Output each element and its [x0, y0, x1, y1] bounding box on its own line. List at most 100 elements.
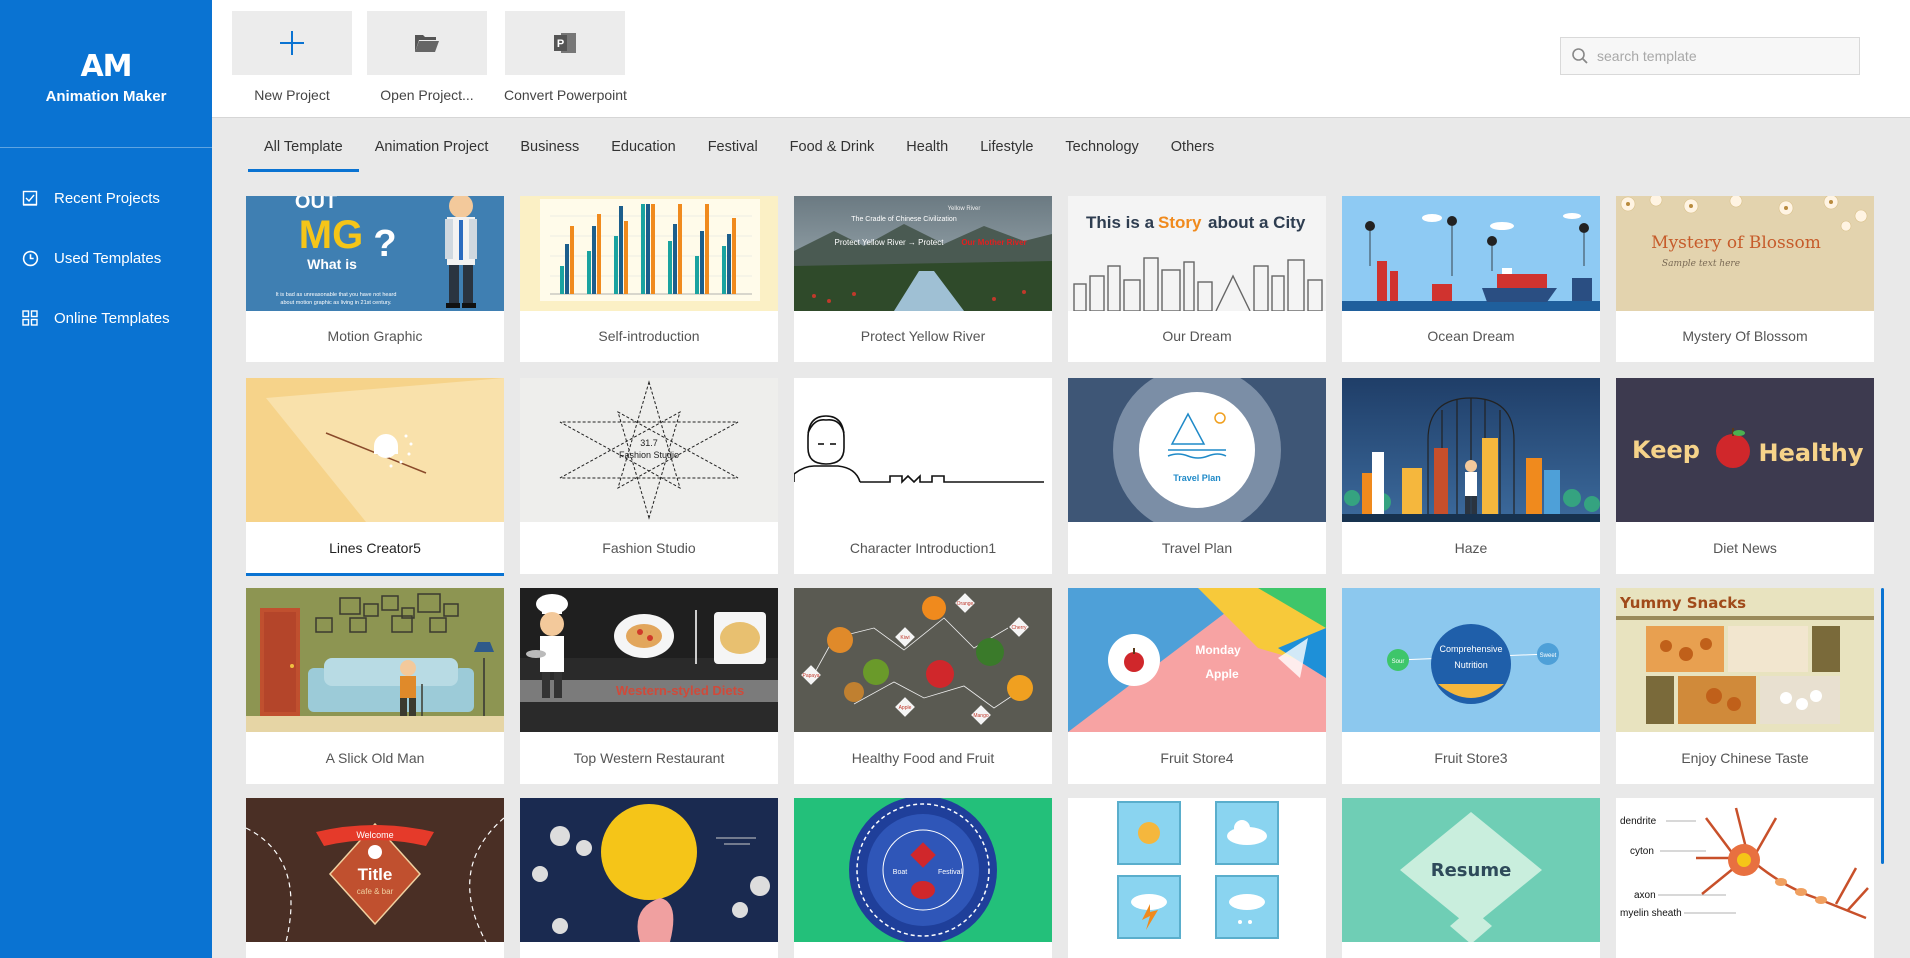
template-thumbnail [246, 588, 504, 732]
template-card-healthy-food-and-fruit[interactable]: Orange Kiwi Cherry Papaya Apple Mango He… [794, 588, 1052, 784]
tab-lifestyle[interactable]: Lifestyle [964, 119, 1049, 172]
tab-business[interactable]: Business [504, 119, 595, 172]
svg-text:Yummy Snacks: Yummy Snacks [1619, 594, 1746, 612]
svg-text:Apple: Apple [1205, 667, 1239, 681]
tab-festival[interactable]: Festival [692, 119, 774, 172]
svg-text:Orange: Orange [957, 601, 974, 607]
template-thumbnail [246, 378, 504, 522]
svg-text:Our Mother River: Our Mother River [961, 238, 1026, 247]
tab-all-template[interactable]: All Template [248, 119, 359, 172]
convert-powerpoint-button[interactable]: P Convert Powerpoint [504, 11, 627, 103]
template-card-cafe-welcome[interactable]: Welcome Title cafe & bar [246, 798, 504, 958]
template-title: Haze [1454, 540, 1488, 556]
template-thumbnail: Western-styled Diets [520, 588, 778, 732]
template-card-fruit-store3[interactable]: Comprehensive Nutrition Sour Sweet Fruit… [1342, 588, 1600, 784]
svg-text:MG: MG [299, 213, 363, 257]
sidebar-item-online-templates[interactable]: Online Templates [0, 288, 212, 348]
template-card-lines-creator5[interactable]: Lines Creator5 [246, 378, 504, 576]
template-card-self-introduction[interactable]: Self-introduction [520, 196, 778, 362]
template-card-enjoy-chinese-taste[interactable]: Yummy Snacks Enjoy Chinese Taste [1616, 588, 1874, 784]
app-logo: AM Animation Maker [0, 0, 212, 148]
template-title: Our Dream [1162, 328, 1232, 344]
grid-icon [21, 309, 39, 327]
svg-text:Western-styled Diets: Western-styled Diets [616, 683, 744, 698]
tab-others[interactable]: Others [1155, 119, 1231, 172]
convert-powerpoint-label: Convert Powerpoint [504, 87, 627, 103]
svg-text:Comprehensive: Comprehensive [1439, 644, 1502, 654]
svg-text:31.7: 31.7 [640, 438, 658, 448]
tab-food-drink[interactable]: Food & Drink [774, 119, 891, 172]
recent-projects-icon [21, 189, 39, 207]
tab-technology[interactable]: Technology [1049, 119, 1154, 172]
powerpoint-icon: P [554, 33, 577, 53]
template-card-top-western-restaurant[interactable]: Western-styled Diets Top Western Restaur… [520, 588, 778, 784]
clock-icon [21, 249, 39, 267]
template-title: A Slick Old Man [325, 750, 425, 766]
template-title: Fruit Store3 [1434, 750, 1508, 766]
search-icon [1572, 48, 1588, 64]
svg-text:Keep: Keep [1632, 436, 1700, 464]
svg-text:?: ? [373, 223, 396, 265]
template-card-weather[interactable] [1068, 798, 1326, 958]
search-box[interactable] [1560, 37, 1860, 75]
svg-text:dendrite: dendrite [1620, 816, 1657, 827]
svg-text:about a City: about a City [1208, 213, 1306, 232]
category-tabs: All Template Animation Project Business … [212, 119, 1910, 172]
template-card-protect-yellow-river[interactable]: Yellow River The Cradle of Chinese Civil… [794, 196, 1052, 362]
template-card-ocean-dream[interactable]: Ocean Dream [1342, 196, 1600, 362]
svg-text:Sour: Sour [1392, 659, 1405, 665]
template-card-motion-graphic[interactable]: OUT MG ? What is It is bad as unreasonab… [246, 196, 504, 362]
tab-education[interactable]: Education [595, 119, 692, 172]
template-card-haze[interactable]: Haze [1342, 378, 1600, 574]
template-thumbnail: Mystery of Blossom Sample text here [1616, 196, 1874, 311]
open-project-label: Open Project... [380, 87, 474, 103]
template-card-neuron[interactable]: dendrite cyton axon myelin sheath [1616, 798, 1874, 958]
template-card-moon-night[interactable] [520, 798, 778, 958]
new-project-label: New Project [254, 87, 330, 103]
template-card-character-introduction1[interactable]: Character Introduction1 [794, 378, 1052, 574]
app-name: Animation Maker [45, 88, 167, 105]
template-card-resume[interactable]: Resume [1342, 798, 1600, 958]
open-project-button[interactable]: Open Project... [367, 11, 487, 103]
svg-text:Papaya: Papaya [803, 673, 820, 679]
open-project-tile[interactable] [367, 11, 487, 75]
search-input[interactable] [1597, 48, 1847, 64]
template-title: Lines Creator5 [329, 540, 421, 556]
template-thumbnail: This is a Story about a City [1068, 196, 1326, 311]
svg-text:Healthy: Healthy [1759, 439, 1864, 467]
template-thumbnail: Yummy Snacks [1616, 588, 1874, 732]
template-thumbnail: Yellow River The Cradle of Chinese Civil… [794, 196, 1052, 311]
svg-text:OUT: OUT [295, 196, 337, 213]
svg-text:The Cradle of Chinese Civiliza: The Cradle of Chinese Civilization [851, 216, 957, 223]
template-thumbnail [1342, 196, 1600, 311]
svg-text:Boat: Boat [893, 869, 907, 876]
template-title: Top Western Restaurant [573, 750, 725, 766]
tab-animation-project[interactable]: Animation Project [359, 119, 505, 172]
svg-text:What is: What is [307, 256, 357, 272]
template-card-a-slick-old-man[interactable]: A Slick Old Man [246, 588, 504, 784]
template-title: Protect Yellow River [860, 328, 986, 344]
template-card-travel-plan[interactable]: Travel Plan Travel Plan [1068, 378, 1326, 574]
svg-text:Sweet: Sweet [1540, 653, 1557, 659]
sidebar-item-used-templates[interactable]: Used Templates [0, 228, 212, 288]
new-project-tile[interactable] [232, 11, 352, 75]
sidebar-item-recent-projects[interactable]: Recent Projects [0, 168, 212, 228]
new-project-button[interactable]: New Project [232, 11, 352, 103]
template-thumbnail: OUT MG ? What is It is bad as unreasonab… [246, 196, 504, 311]
svg-text:Title: Title [358, 865, 393, 884]
template-card-fashion-studio[interactable]: 31.7 Fashion Studio Fashion Studio [520, 378, 778, 574]
convert-powerpoint-tile[interactable]: P [505, 11, 626, 75]
template-card-our-dream[interactable]: This is a Story about a City Our Dream [1068, 196, 1326, 362]
tab-health[interactable]: Health [890, 119, 964, 172]
template-thumbnail: Travel Plan [1068, 378, 1326, 522]
template-card-fruit-store4[interactable]: Monday Apple Fruit Store4 [1068, 588, 1326, 784]
svg-text:Welcome: Welcome [356, 830, 393, 840]
svg-text:cyton: cyton [1630, 846, 1654, 857]
template-thumbnail: Orange Kiwi Cherry Papaya Apple Mango [794, 588, 1052, 732]
template-card-diet-news[interactable]: Keep Healthy Diet News [1616, 378, 1874, 574]
template-card-boat-festival[interactable]: Boat Festival [794, 798, 1052, 958]
template-thumbnail: Comprehensive Nutrition Sour Sweet [1342, 588, 1600, 732]
template-thumbnail [520, 798, 778, 942]
scrollbar[interactable] [1881, 588, 1884, 864]
template-card-mystery-of-blossom[interactable]: Mystery of Blossom Sample text here Myst… [1616, 196, 1874, 362]
